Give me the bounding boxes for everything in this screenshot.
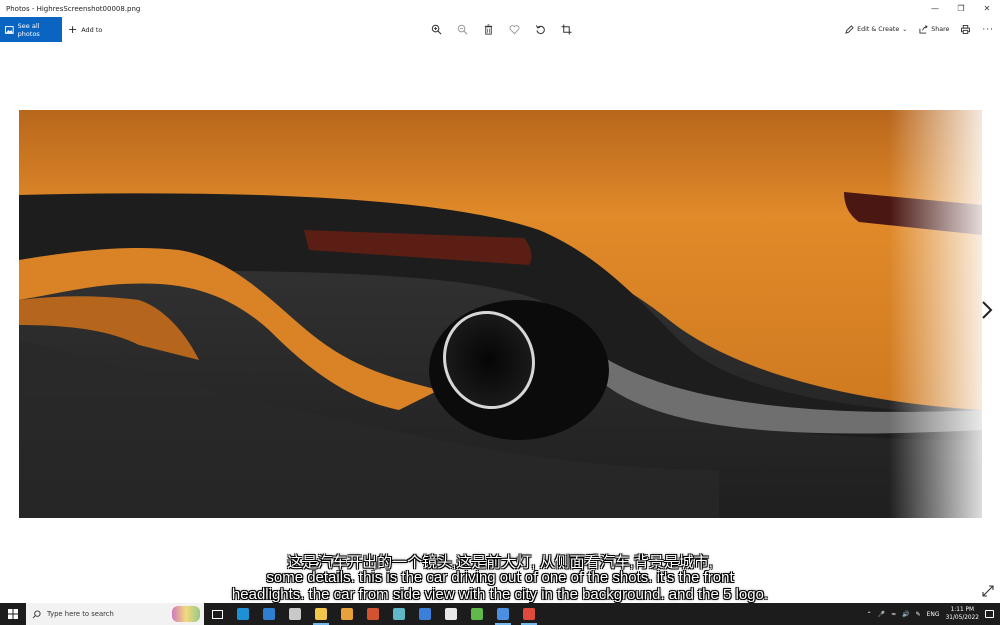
notification-icon[interactable] (985, 610, 994, 618)
subtitle-line-english-1: some details. this is the car driving ou… (266, 569, 734, 586)
share-button[interactable]: Share (913, 25, 955, 34)
print-icon[interactable] (955, 25, 976, 34)
taskbar: Type here to search ⌃ 🎤 ≈ 🔊 ✎ ENG 1:11 P… (0, 603, 1000, 625)
store-icon (289, 608, 301, 620)
mail-icon (263, 608, 275, 620)
task-view-icon[interactable] (204, 603, 230, 625)
add-to-label: Add to (81, 25, 103, 34)
taskbar-app-mail-icon[interactable] (256, 603, 282, 625)
app-blue-icon (419, 608, 431, 620)
rotate-icon[interactable] (534, 24, 546, 36)
next-photo-arrow-icon[interactable] (980, 300, 994, 320)
chrome-icon (341, 608, 353, 620)
plus-icon: + (68, 23, 78, 36)
see-all-photos-label: See all photos (17, 21, 40, 38)
edit-icon (845, 25, 854, 34)
taskbar-app-edge-icon[interactable] (230, 603, 256, 625)
share-icon (919, 25, 929, 34)
powerpoint-icon (367, 608, 379, 620)
toolbar: See all photos + Add to Edit & Create ⌄ (0, 17, 1000, 42)
app-teal-icon (393, 608, 405, 620)
more-options-icon[interactable]: ··· (976, 25, 1000, 35)
clock[interactable]: 1:11 PM 31/05/2022 (946, 606, 979, 622)
system-tray: ⌃ 🎤 ≈ 🔊 ✎ ENG 1:11 PM 31/05/2022 (867, 603, 1000, 625)
camtasia-icon (471, 608, 483, 620)
windows-start-icon[interactable] (0, 603, 26, 625)
taskbar-app-unreal-icon[interactable] (438, 603, 464, 625)
taskbar-app-app-red-icon[interactable] (516, 603, 542, 625)
search-highlight-art-icon (172, 606, 200, 622)
car-rear-photo (19, 110, 982, 518)
taskbar-app-explorer-icon[interactable] (308, 603, 334, 625)
title-bar: Photos - HighresScreenshot00008.png — ❐ … (0, 0, 1000, 17)
edit-create-button[interactable]: Edit & Create ⌄ (839, 25, 913, 34)
taskbar-app-chrome-icon[interactable] (334, 603, 360, 625)
add-to-button[interactable]: + Add to (68, 17, 102, 42)
delete-icon[interactable] (482, 24, 494, 36)
photo-viewer-image (19, 110, 982, 518)
taskbar-app-photos-icon[interactable] (490, 603, 516, 625)
explorer-icon (315, 608, 327, 620)
edit-create-label: Edit & Create (857, 26, 900, 33)
edge-icon (237, 608, 249, 620)
volume-icon[interactable]: 🔊 (902, 611, 909, 618)
taskbar-app-camtasia-icon[interactable] (464, 603, 490, 625)
taskbar-app-store-icon[interactable] (282, 603, 308, 625)
language-indicator[interactable]: ENG (927, 611, 940, 618)
subtitle-line-english-2: headlights. the car from side view with … (231, 586, 769, 603)
close-icon[interactable]: ✕ (974, 0, 1000, 17)
search-placeholder: Type here to search (47, 610, 114, 618)
maximize-icon[interactable]: ❐ (948, 0, 974, 17)
taskbar-app-powerpoint-icon[interactable] (360, 603, 386, 625)
taskbar-search-box[interactable]: Type here to search (26, 603, 204, 625)
microphone-icon[interactable]: 🎤 (878, 611, 885, 618)
app-red-icon (523, 608, 535, 620)
zoom-out-icon[interactable] (456, 24, 468, 36)
unreal-icon (445, 608, 457, 620)
chevron-down-icon: ⌄ (902, 26, 908, 33)
pen-icon[interactable]: ✎ (916, 611, 921, 618)
taskbar-app-app-blue-icon[interactable] (412, 603, 438, 625)
search-icon (32, 609, 41, 618)
minimize-icon[interactable]: — (922, 0, 948, 17)
see-all-photos-button[interactable]: See all photos (0, 17, 62, 42)
favorite-icon[interactable] (508, 24, 520, 36)
chevron-up-icon[interactable]: ⌃ (867, 611, 872, 618)
crop-icon[interactable] (560, 24, 572, 36)
photos-icon (497, 608, 509, 620)
clock-time: 1:11 PM (950, 607, 974, 613)
share-label: Share (931, 26, 950, 33)
clock-date: 31/05/2022 (945, 615, 979, 621)
wifi-icon[interactable]: ≈ (891, 611, 896, 618)
taskbar-app-app-teal-icon[interactable] (386, 603, 412, 625)
window-title: Photos - HighresScreenshot00008.png (6, 4, 141, 13)
photos-icon (5, 25, 14, 34)
zoom-in-icon[interactable] (430, 24, 442, 36)
